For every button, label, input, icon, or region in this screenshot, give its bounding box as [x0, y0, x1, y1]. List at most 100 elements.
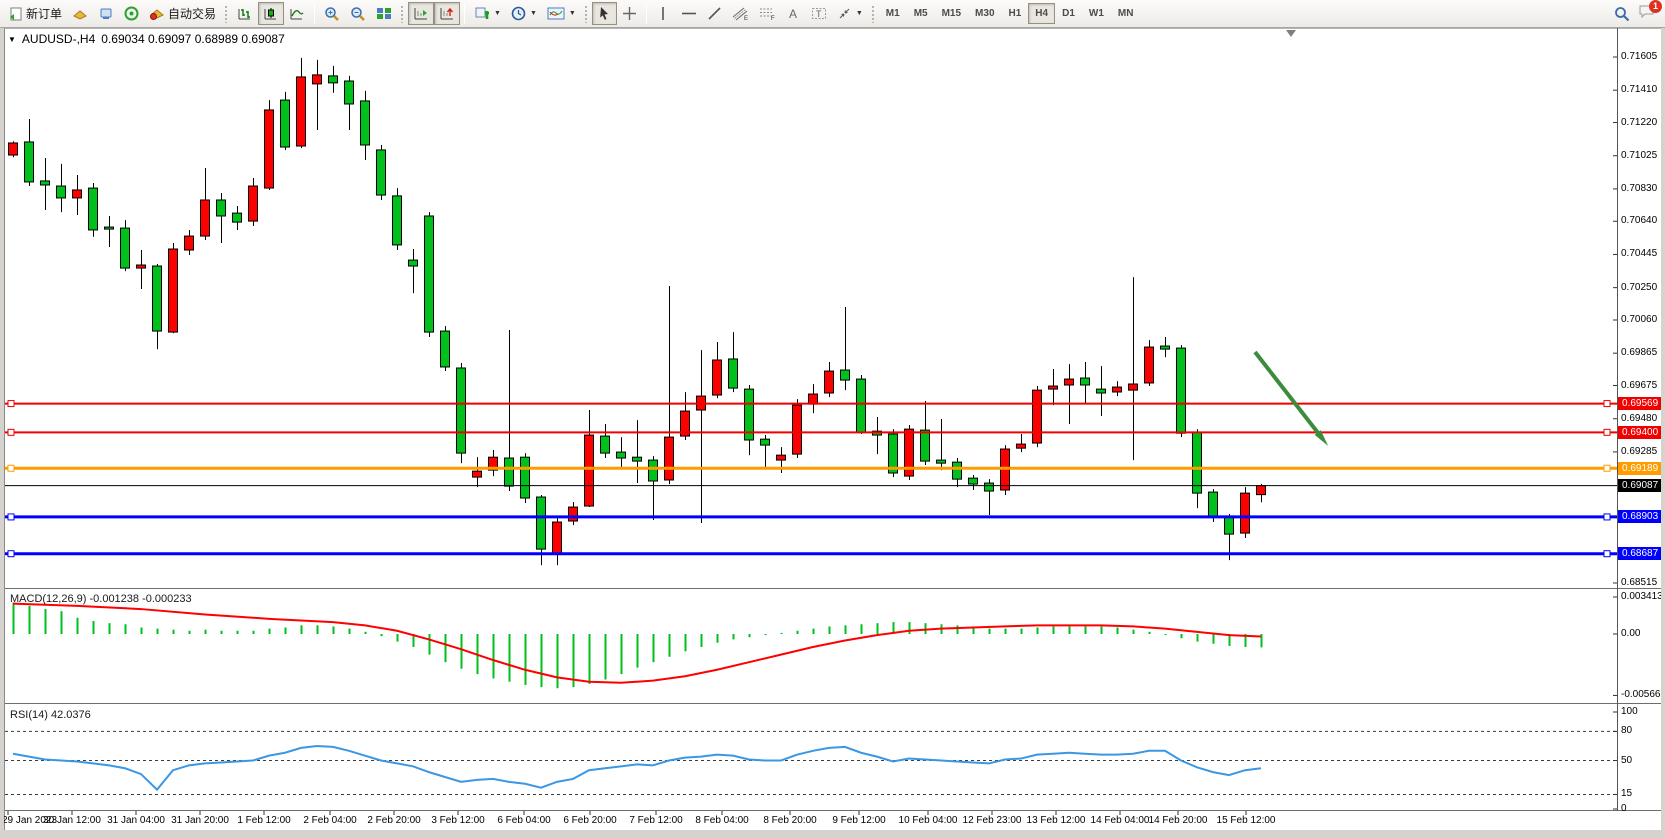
svg-text:A: A: [789, 7, 797, 21]
candle-40: [649, 460, 658, 481]
vertical-line-tool-button[interactable]: [651, 2, 676, 25]
arrow-objects-icon: [837, 6, 852, 21]
candle-34: [553, 522, 562, 553]
window-right-edge: [1661, 28, 1665, 838]
hline-handle[interactable]: [1604, 401, 1610, 407]
chart-shift-marker[interactable]: [1286, 30, 1296, 37]
candle-10: [169, 249, 178, 332]
candle-27: [441, 331, 450, 367]
hline-handle[interactable]: [8, 465, 14, 471]
timeframe-button-mn[interactable]: MN: [1111, 3, 1141, 24]
new-order-label: 新订单: [26, 5, 62, 22]
hline-handle[interactable]: [8, 514, 14, 520]
candle-72: [1161, 346, 1170, 349]
trendline-tool-button[interactable]: [702, 2, 727, 25]
timeframe-button-m15[interactable]: M15: [935, 3, 968, 24]
chevron-down-icon: ▼: [494, 10, 501, 17]
timeframe-button-m30[interactable]: M30: [968, 3, 1001, 24]
candle-58: [937, 460, 946, 463]
toolbar-drag-handle: [584, 5, 589, 23]
tile-windows-icon: [376, 6, 392, 21]
arrows-tool-button[interactable]: ▼: [832, 2, 868, 25]
macd-value-signal: -0.000233: [142, 593, 192, 605]
bar-chart-button[interactable]: [232, 2, 258, 25]
horizontal-lines[interactable]: [5, 401, 1617, 557]
line-chart-button[interactable]: [284, 2, 310, 25]
channel-tool-button[interactable]: E: [727, 2, 754, 25]
text-tool-button[interactable]: A: [781, 2, 806, 25]
hline-handle[interactable]: [1604, 429, 1610, 435]
collapse-arrow-icon[interactable]: ▼: [8, 35, 16, 44]
templates-button[interactable]: ▼: [542, 2, 581, 25]
text-label-tool-button[interactable]: T: [806, 2, 832, 25]
zoom-out-button[interactable]: [345, 2, 371, 25]
timeframe-button-w1[interactable]: W1: [1082, 3, 1111, 24]
candlestick-chart-button[interactable]: [258, 2, 284, 25]
crosshair-button[interactable]: [617, 2, 642, 25]
candle-26: [425, 216, 434, 332]
tile-windows-button[interactable]: [371, 2, 397, 25]
autotrade-button[interactable]: 自动交易: [144, 2, 221, 25]
chart-shift-button[interactable]: [434, 2, 460, 25]
candle-32: [521, 457, 530, 498]
candle-33: [537, 497, 546, 549]
autotrade-icon: [149, 7, 165, 21]
crosshair-icon: [622, 6, 637, 21]
autotrade-label: 自动交易: [168, 5, 216, 22]
candle-20: [329, 76, 338, 83]
hline-handle[interactable]: [1604, 465, 1610, 471]
timeframe-button-m1[interactable]: M1: [879, 3, 907, 24]
chart-canvas[interactable]: [0, 0, 1665, 838]
toolbar-drag-handle: [871, 5, 876, 23]
signals-button[interactable]: [119, 2, 144, 25]
toolbar-separator: [464, 4, 465, 24]
candle-35: [569, 507, 578, 521]
signal-icon: [124, 6, 139, 21]
trend-arrow-line[interactable]: [1255, 352, 1322, 438]
new-chart-icon: [474, 6, 490, 21]
fibonacci-tool-button[interactable]: F: [754, 2, 781, 25]
new-chart-button[interactable]: ▼: [469, 2, 506, 25]
hline-handle[interactable]: [1604, 514, 1610, 520]
svg-text:E: E: [744, 16, 748, 21]
candle-18: [297, 77, 306, 146]
horizontal-line-tool-button[interactable]: [676, 2, 702, 25]
hline-handle[interactable]: [8, 551, 14, 557]
candle-71: [1145, 347, 1154, 383]
candle-17: [281, 100, 290, 147]
candle-11: [185, 236, 194, 250]
chat-badge: 1: [1649, 0, 1662, 13]
candle-25: [409, 260, 418, 266]
chevron-down-icon: ▼: [856, 10, 863, 17]
chevron-down-icon: ▼: [530, 10, 537, 17]
auto-scroll-button[interactable]: [408, 2, 434, 25]
timeframe-button-m5[interactable]: M5: [907, 3, 935, 24]
candle-36: [585, 435, 594, 506]
timeframe-button-h1[interactable]: H1: [1002, 3, 1029, 24]
toolbar-drag-handle: [400, 5, 405, 23]
toolbar-separator: [314, 4, 315, 24]
candle-69: [1113, 387, 1122, 392]
candle-65: [1049, 386, 1058, 389]
new-order-button[interactable]: 新订单: [4, 2, 67, 25]
charts-button[interactable]: [67, 2, 93, 25]
zoom-in-button[interactable]: [319, 2, 345, 25]
timeframe-button-d1[interactable]: D1: [1055, 3, 1082, 24]
periods-button[interactable]: ▼: [506, 2, 542, 25]
rsi-label: RSI(14) 42.0376: [10, 709, 91, 721]
hline-handle[interactable]: [8, 429, 14, 435]
search-icon[interactable]: [1614, 6, 1630, 22]
hline-handle[interactable]: [1604, 551, 1610, 557]
timeframe-button-h4[interactable]: H4: [1028, 3, 1055, 24]
cursor-button[interactable]: [592, 2, 617, 25]
toolbar-drag-handle: [224, 5, 229, 23]
candle-29: [473, 471, 482, 477]
market-watch-button[interactable]: [93, 2, 119, 25]
candle-2: [41, 181, 50, 185]
timeframe-group: M1M5M15M30H1H4D1W1MN: [879, 3, 1141, 24]
chat-button[interactable]: 1: [1638, 4, 1655, 24]
candle-60: [969, 478, 978, 484]
hline-handle[interactable]: [8, 401, 14, 407]
window-left-edge: [0, 28, 4, 838]
chevron-down-icon: ▼: [569, 10, 576, 17]
